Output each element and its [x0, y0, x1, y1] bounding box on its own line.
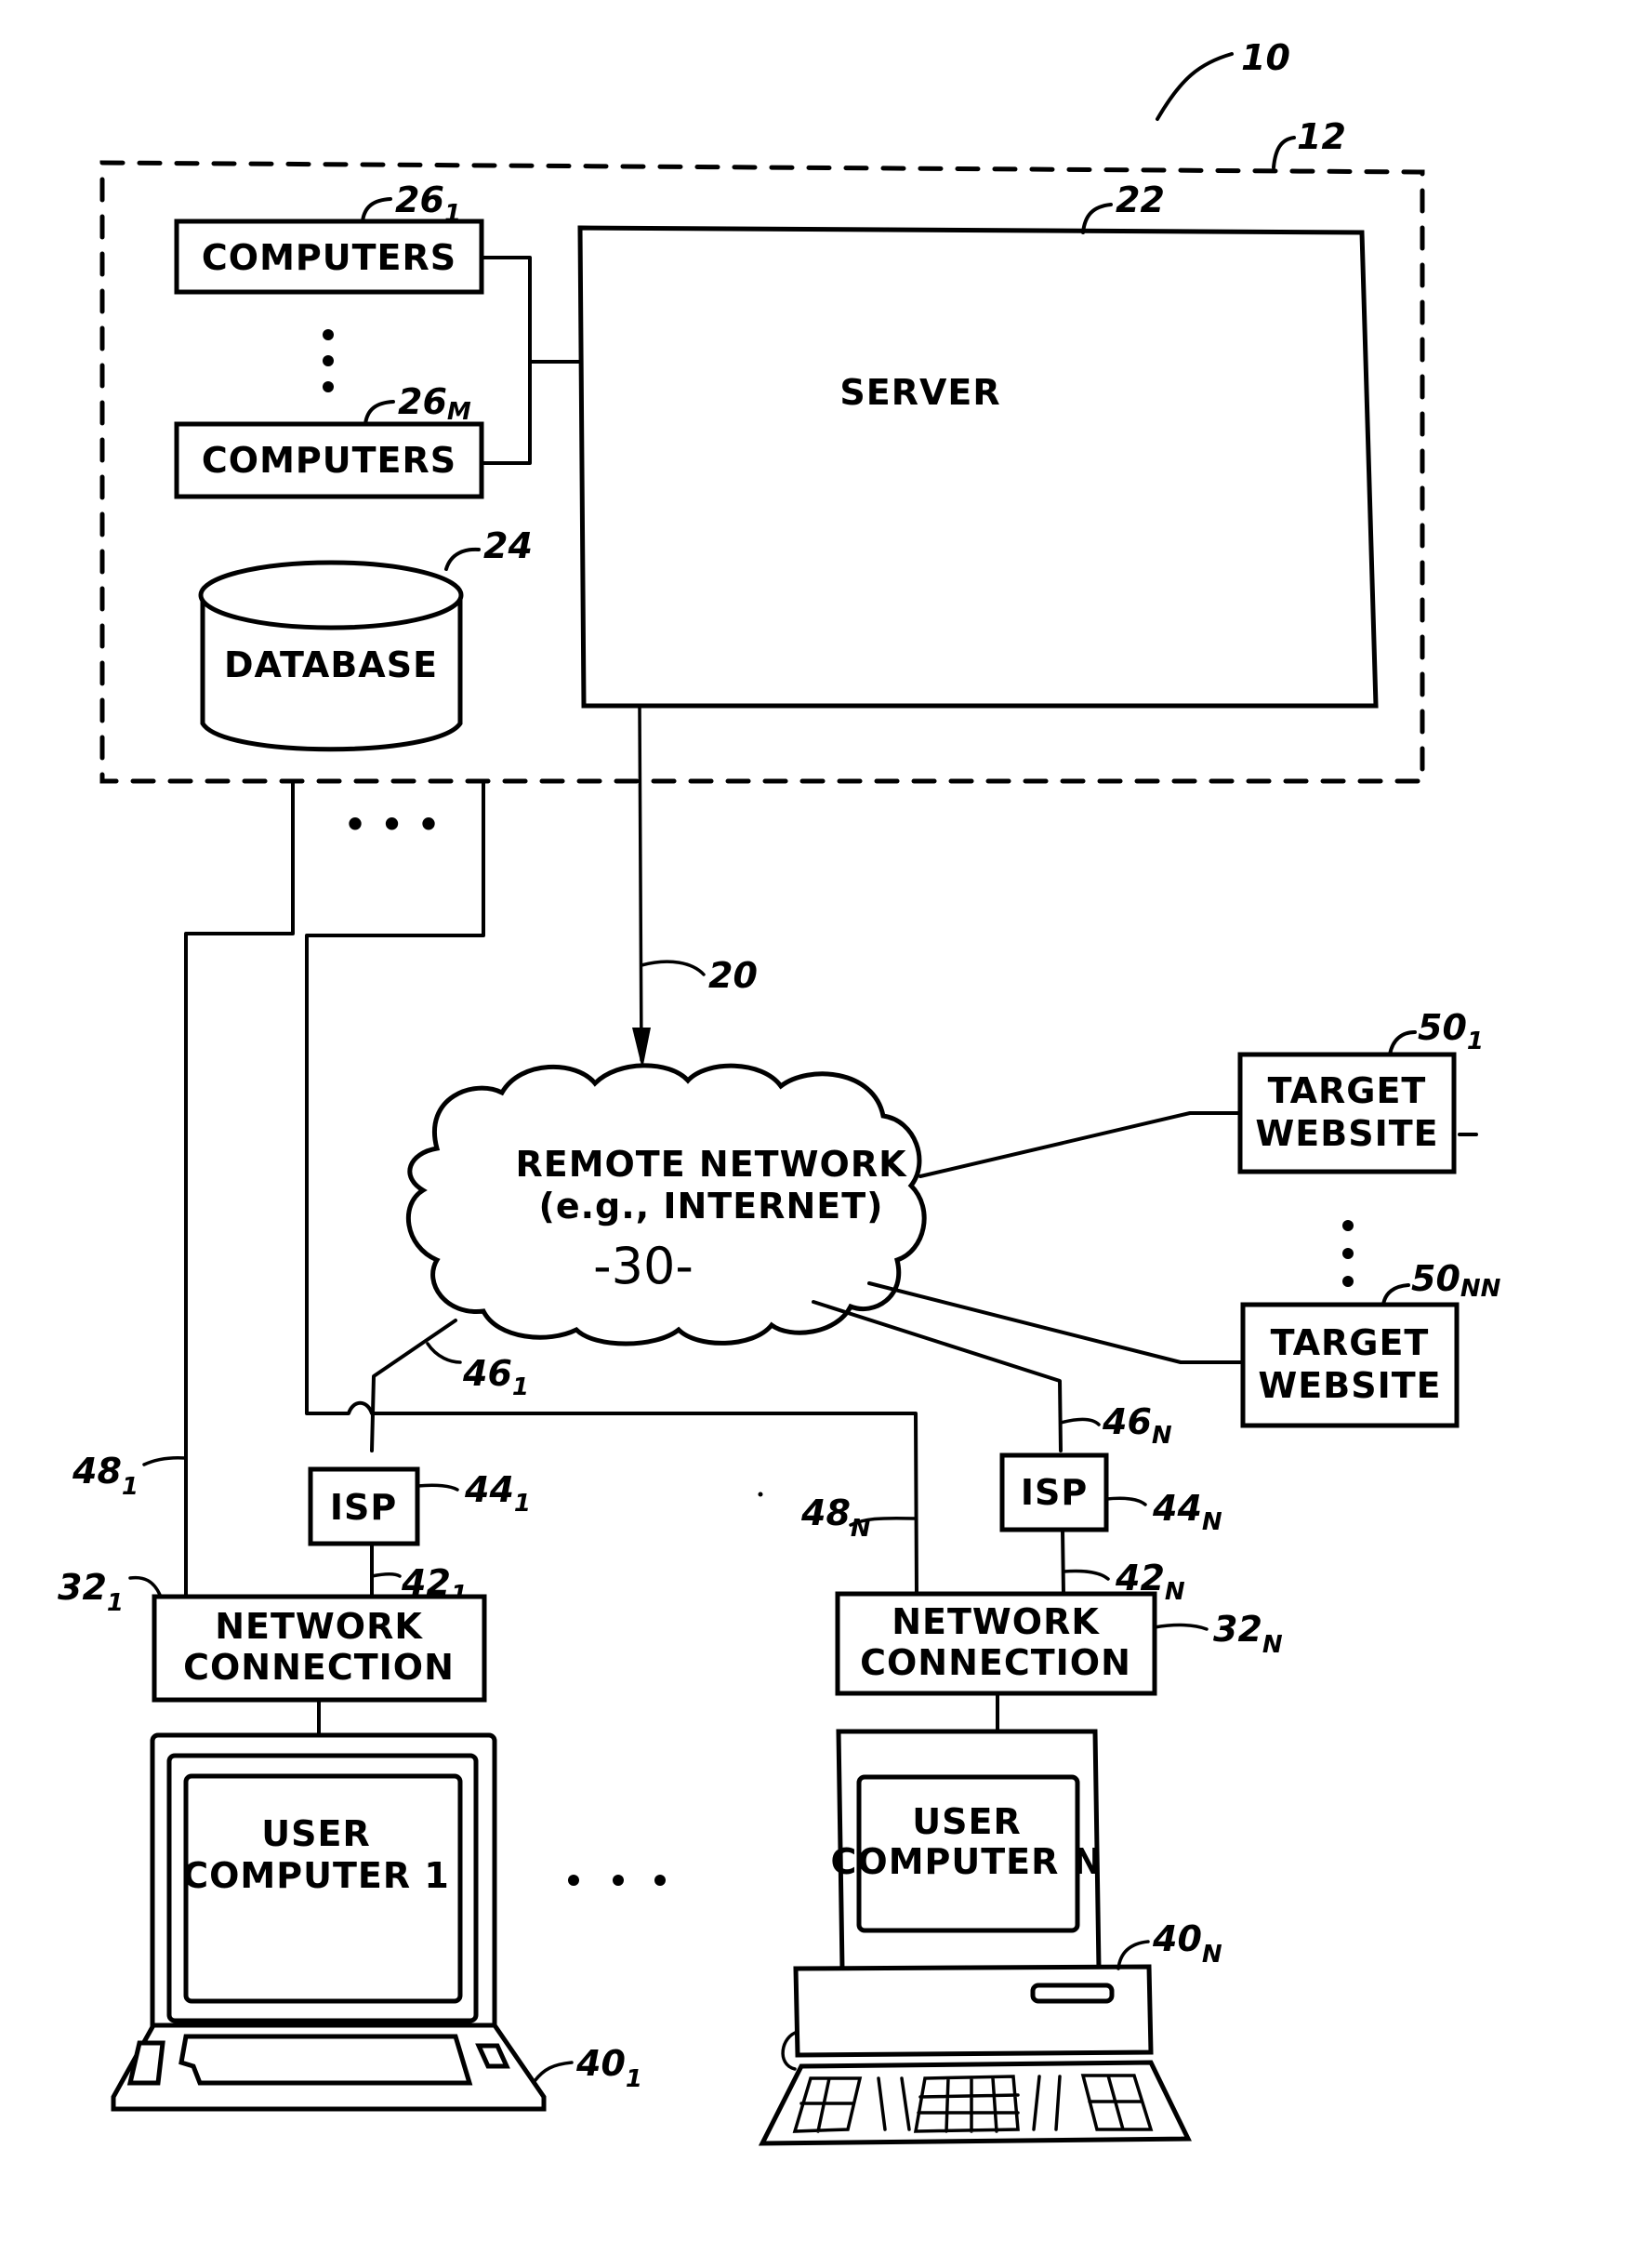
ref-46-1: 461: [426, 1342, 529, 1401]
computers-ellipsis: [323, 329, 334, 392]
link-46-1: [370, 1319, 457, 1452]
database-label: DATABASE: [224, 644, 438, 685]
facility-ellipsis: • • •: [344, 804, 441, 845]
system-diagram: 10 12 COMPUTERS 261 COMPUTERS 26M DATABA…: [58, 37, 1501, 2146]
ref-10-label: 10: [1241, 37, 1290, 78]
user-computer-line2: COMPUTER 1: [182, 1855, 450, 1896]
svg-text:461: 461: [462, 1353, 529, 1401]
target-line2: WEBSITE: [1258, 1365, 1441, 1406]
ref-30: -30-: [593, 1237, 694, 1295]
computers-label: COMPUTERS: [202, 440, 456, 481]
svg-text:46N: 46N: [1102, 1401, 1172, 1450]
netconn-line2: CONNECTION: [183, 1647, 455, 1688]
ref-24: 24: [483, 525, 533, 566]
server-label: SERVER: [839, 372, 1000, 413]
ref-26-m: 26M: [398, 381, 471, 426]
ref-44-1: 441: [464, 1469, 531, 1518]
system-ref-10: 10: [1156, 37, 1290, 121]
computers-server-bus: [480, 256, 582, 465]
user-computer-line2: COMPUTER N: [831, 1841, 1103, 1882]
ref-12-label: 12: [1297, 116, 1346, 157]
ref-20: 20: [708, 955, 758, 996]
target-line1: TARGET: [1268, 1070, 1427, 1111]
computers-box-1[interactable]: COMPUTERS 261: [174, 179, 484, 295]
network-connection-n[interactable]: NETWORK CONNECTION 32N: [835, 1591, 1283, 1696]
svg-text:48N: 48N: [800, 1492, 871, 1543]
ref-40-1: 401: [575, 2043, 642, 2093]
user-computer-line1: USER: [912, 1801, 1021, 1842]
ref-32-1: 321: [58, 1567, 124, 1617]
svg-text:481: 481: [72, 1451, 139, 1501]
noise-dot: [758, 1492, 763, 1497]
ref-48-n: 48N: [800, 1492, 918, 1543]
target-website-1[interactable]: TARGET WEBSITE 501: [1237, 1007, 1484, 1174]
ref-50-nn: 50NN: [1411, 1258, 1501, 1303]
server-network-link: 20: [632, 704, 758, 1069]
network-label-line1: REMOTE NETWORK: [515, 1144, 907, 1185]
isp-box-n[interactable]: ISP 44N: [999, 1452, 1222, 1536]
ref-40-n: 40N: [1152, 1918, 1222, 1969]
target-ellipsis: [1342, 1220, 1354, 1287]
ref-48-1: 481: [72, 1451, 188, 1501]
target-website-nn[interactable]: TARGET WEBSITE 50NN: [1240, 1258, 1501, 1428]
ref-32-n: 32N: [1213, 1609, 1283, 1659]
user-computer-line1: USER: [261, 1813, 370, 1854]
isp-box-1[interactable]: ISP 441: [308, 1466, 531, 1546]
computers-box-m[interactable]: COMPUTERS 26M: [174, 381, 484, 499]
network-target-link-nn: [867, 1281, 1245, 1364]
database-cylinder[interactable]: DATABASE 24: [198, 525, 533, 752]
netconn-line1: NETWORK: [215, 1606, 423, 1647]
network-label-line2: (e.g., INTERNET): [538, 1186, 883, 1227]
ref-44-n: 44N: [1152, 1488, 1222, 1536]
server-box[interactable]: SERVER 22: [577, 179, 1379, 709]
ref-46-n: 46N: [1059, 1401, 1172, 1450]
computers-label: COMPUTERS: [202, 237, 456, 278]
target-line1: TARGET: [1271, 1322, 1430, 1363]
isp-label: ISP: [1021, 1472, 1088, 1513]
remote-network-cloud[interactable]: REMOTE NETWORK (e.g., INTERNET) -30-: [406, 1063, 927, 1346]
user-computers-ellipsis: [568, 1875, 666, 1886]
user-computer-n-desktop[interactable]: USER COMPUTER N 40N: [758, 1729, 1222, 2146]
network-target-link-1: [918, 1111, 1242, 1178]
link-42-n: [1061, 1528, 1065, 1596]
ref-22: 22: [1116, 179, 1165, 220]
ref-50-1: 501: [1418, 1007, 1484, 1055]
netconn-line2: CONNECTION: [860, 1642, 1131, 1683]
user-computer-1-laptop[interactable]: USER COMPUTER 1 401: [111, 1732, 642, 2112]
isp-label: ISP: [330, 1487, 397, 1528]
netconn-line1: NETWORK: [892, 1601, 1100, 1642]
target-line2: WEBSITE: [1255, 1113, 1438, 1154]
